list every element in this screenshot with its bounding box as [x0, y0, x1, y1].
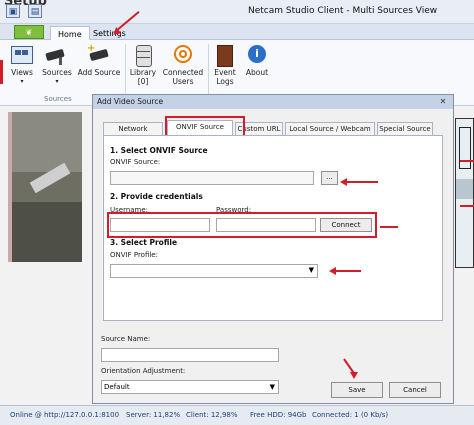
right-highlight-marker	[460, 160, 474, 162]
annotation-arrowhead	[350, 372, 358, 379]
tab-network-camera[interactable]: Network Camera	[103, 122, 163, 146]
right-highlight-marker	[460, 205, 474, 207]
add-source-label: Add Source	[77, 68, 121, 77]
add-camera-icon: +	[86, 44, 112, 66]
sources-chevron-icon: ▾	[55, 78, 59, 85]
library-button[interactable]: Library [0]	[128, 44, 158, 90]
connected-users-icon	[170, 44, 196, 66]
annotation-arrow	[335, 270, 361, 272]
views-button[interactable]: Views ▾	[8, 44, 36, 90]
add-video-source-dialog: Add Video Source ✕ Network Camera ONVIF …	[92, 94, 454, 404]
orientation-label: Orientation Adjustment:	[101, 367, 186, 375]
camera-frame-border	[8, 112, 12, 262]
app-menu-button[interactable]: ❦	[14, 25, 44, 39]
cancel-button[interactable]: Cancel	[389, 382, 441, 398]
sources-button[interactable]: Sources ▾	[40, 44, 74, 90]
library-icon	[130, 44, 156, 67]
sources-icon	[44, 44, 70, 66]
section-select-onvif: 1. Select ONVIF Source	[110, 146, 208, 155]
annotation-arrow	[380, 226, 398, 228]
status-server: Server: 11,82%	[126, 411, 181, 419]
status-connected: Connected: 1 (0 Kb/s)	[312, 411, 389, 419]
annotation-arrow	[346, 181, 378, 183]
section-select-profile: 3. Select Profile	[110, 238, 178, 247]
status-hdd: Free HDD: 94Gb	[250, 411, 307, 419]
profile-label: ONVIF Profile:	[110, 251, 158, 259]
views-icon	[9, 44, 35, 66]
connected-users-label: Connected Users	[162, 68, 204, 86]
left-highlight-marker	[0, 60, 3, 84]
status-online[interactable]: Online @ http://127.0.0.1:8100	[10, 411, 119, 419]
annotation-arrowhead	[340, 178, 347, 186]
source-name-label: Source Name:	[101, 335, 151, 343]
app-icon[interactable]: ▣	[6, 4, 20, 18]
section-credentials: 2. Provide credentials	[110, 192, 203, 201]
connected-users-button[interactable]: Connected Users	[162, 44, 204, 90]
library-label: Library [0]	[129, 68, 157, 86]
credentials-highlight	[107, 212, 377, 238]
event-logs-icon	[212, 44, 238, 67]
save-button[interactable]: Save	[331, 382, 383, 398]
source-name-field[interactable]	[101, 348, 279, 362]
event-logs-button[interactable]: Event Logs	[212, 44, 238, 90]
status-client: Client: 12,98%	[186, 411, 238, 419]
sources-group-label: Sources	[44, 95, 72, 103]
save-icon[interactable]: ▤	[28, 4, 42, 18]
window-title: Netcam Studio Client - Multi Sources Vie…	[248, 6, 438, 16]
camera-feed-left[interactable]	[12, 112, 82, 262]
tab-local-source-webcam[interactable]: Local Source / Webcam	[285, 122, 375, 136]
camera-feed-right[interactable]	[455, 118, 474, 268]
dialog-title: Add Video Source	[93, 95, 453, 109]
sources-label: Sources	[42, 68, 72, 77]
leaf-icon: ❦	[25, 28, 33, 37]
onvif-source-label: ONVIF Source:	[110, 158, 161, 166]
onvif-source-field[interactable]	[110, 171, 314, 185]
tab-settings[interactable]: Settings	[86, 26, 133, 41]
tab-home[interactable]: Home	[50, 26, 90, 41]
onvif-panel: 1. Select ONVIF Source ONVIF Source: ...…	[103, 135, 443, 321]
tab-special-source[interactable]: Special Source	[377, 122, 433, 136]
orientation-select[interactable]: Default ▼	[101, 380, 279, 394]
about-button[interactable]: i About	[242, 44, 272, 90]
annotation-arrowhead	[329, 267, 336, 275]
browse-button[interactable]: ...	[321, 171, 338, 185]
chevron-down-icon: ▼	[308, 266, 314, 274]
views-chevron-icon: ▾	[20, 78, 24, 85]
close-icon[interactable]: ✕	[438, 97, 448, 106]
views-label: Views	[11, 68, 33, 77]
add-source-button[interactable]: + Add Source	[77, 44, 121, 90]
about-icon: i	[244, 44, 270, 66]
about-label: About	[245, 68, 269, 77]
chevron-down-icon: ▼	[269, 383, 275, 391]
event-logs-label: Event Logs	[214, 68, 236, 86]
orientation-value: Default	[104, 383, 130, 391]
status-bar: Online @ http://127.0.0.1:8100 Server: 1…	[0, 405, 474, 425]
profile-select[interactable]: ▼	[110, 264, 318, 278]
